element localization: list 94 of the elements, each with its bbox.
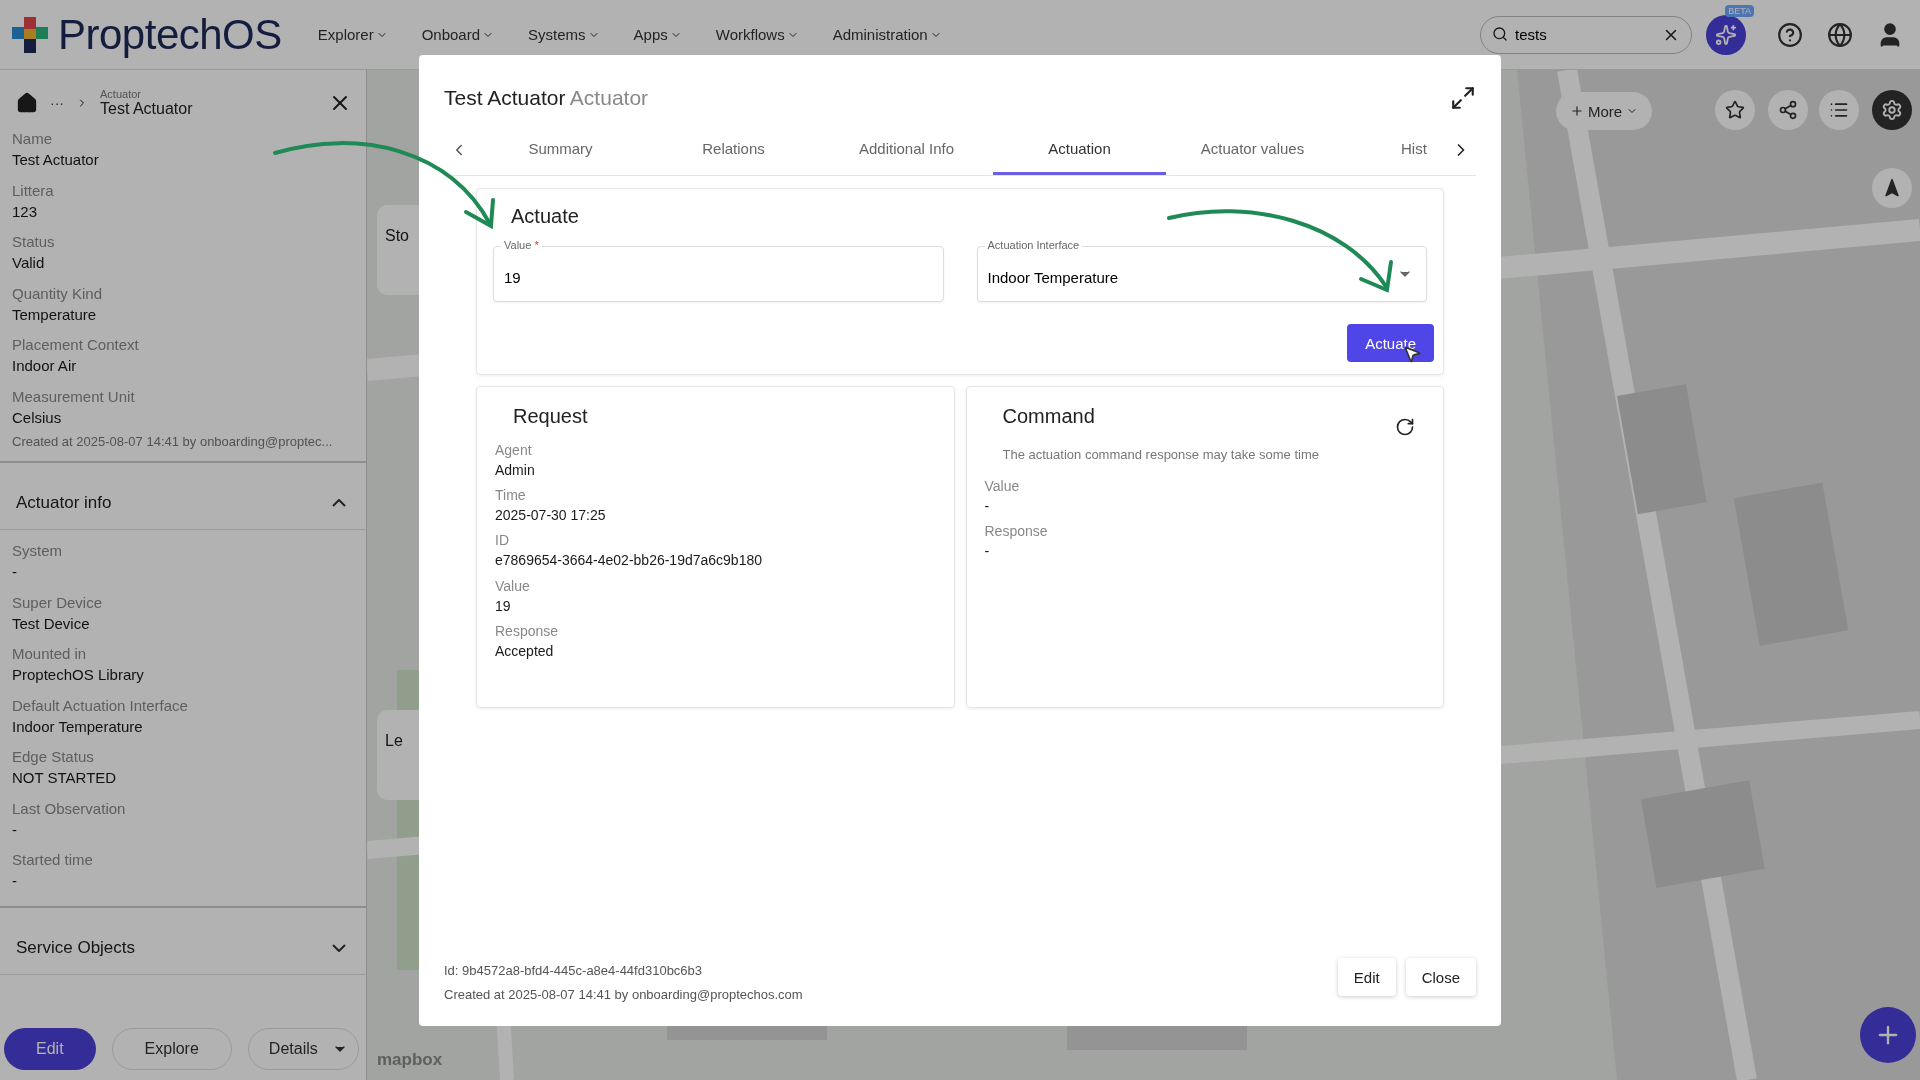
- field-label: System: [12, 542, 63, 560]
- field-label: Super Device: [12, 593, 104, 611]
- list-icon: [1829, 100, 1849, 120]
- field-label: Started time: [12, 851, 94, 869]
- globe-icon: [1827, 21, 1853, 48]
- field-value: Celsius: [12, 408, 63, 426]
- search-icon: [1492, 25, 1508, 42]
- field-value: -: [12, 563, 18, 581]
- more-button[interactable]: More: [1556, 92, 1653, 130]
- tab[interactable]: Relations: [647, 125, 820, 175]
- modal-subtitle: Actuator: [569, 86, 649, 109]
- logo-icon: [10, 14, 50, 55]
- star-icon: [1725, 100, 1745, 120]
- field-label: Agent: [495, 442, 533, 459]
- field-value: -: [984, 543, 991, 560]
- breadcrumb-type: Actuator: [100, 88, 142, 100]
- field-value: NOT STARTED: [12, 769, 118, 787]
- refresh-icon[interactable]: [1395, 417, 1415, 437]
- field-label: Default Actuation Interface: [12, 696, 189, 714]
- field-value: 2025-07-30 17:25: [495, 507, 607, 524]
- created-info: Created at 2025-08-07 14:41 by onboarding@proptechos.com: [444, 987, 803, 1002]
- nav-menu[interactable]: Workflows: [715, 26, 799, 43]
- map-attribution: mapbox: [377, 1050, 443, 1070]
- field-value: Valid: [12, 254, 46, 272]
- field-value: ProptechOS Library: [12, 666, 145, 684]
- tab[interactable]: Summary: [474, 125, 647, 175]
- field-value: Test Actuator: [12, 151, 100, 169]
- field-value: Admin: [495, 462, 536, 479]
- footer-button[interactable]: Edit: [1337, 958, 1396, 996]
- tab[interactable]: Actuation: [993, 125, 1166, 175]
- card-title: Actuate: [511, 205, 580, 228]
- nav-menu[interactable]: Explorer: [317, 26, 388, 43]
- card-title: Request: [513, 405, 589, 428]
- beta-badge: BETA: [1725, 4, 1754, 17]
- tab[interactable]: Additional Info: [820, 125, 993, 175]
- tab[interactable]: Actuator values: [1166, 125, 1339, 175]
- tab[interactable]: Hist: [1339, 125, 1435, 175]
- modal-title: Test Actuator: [444, 86, 566, 109]
- chevron-up-icon: [332, 499, 346, 507]
- sparkle-icon: [1715, 23, 1737, 46]
- breadcrumb-ellipsis[interactable]: ···: [50, 95, 64, 111]
- field-label: Placement Context: [12, 336, 140, 354]
- card-title: Command: [1002, 405, 1095, 428]
- breadcrumb-title: Test Actuator: [100, 100, 194, 118]
- field-label: Edge Status: [12, 748, 95, 766]
- share-icon: [1778, 100, 1798, 120]
- nav-menu[interactable]: Administration: [832, 26, 942, 43]
- home-icon[interactable]: [16, 92, 38, 114]
- footer-button[interactable]: Close: [1405, 958, 1476, 996]
- field-value: e7869654-3664-4e02-bb26-19d7a6c9b180: [495, 552, 764, 569]
- field-label: Actuation Interface: [984, 239, 1083, 252]
- field-value: Temperature: [12, 305, 98, 323]
- record-id: Id: 9b4572a8-bfd4-445c-a8e4-44fd310bc6b3: [444, 963, 704, 978]
- nav-menu[interactable]: Onboard: [421, 26, 495, 43]
- field-value: Indoor Air: [12, 357, 78, 375]
- field-value: Indoor Temperature: [12, 717, 144, 735]
- field-value: -: [984, 498, 991, 515]
- nav-menu[interactable]: Apps: [633, 26, 682, 43]
- compass-icon: [1882, 178, 1902, 198]
- field-value: -: [12, 872, 18, 890]
- logo-wordmark: ProptechOS: [58, 10, 282, 59]
- field-value: Test Device: [12, 614, 91, 632]
- created-info: Created at 2025-08-07 14:41 by onboarding@proptec...: [0, 426, 366, 463]
- plus-icon: [1570, 104, 1584, 118]
- chevron-down-icon: [332, 943, 346, 952]
- settings-icon: [1881, 99, 1903, 121]
- field-label: Name: [12, 130, 53, 148]
- field-label: ID: [495, 532, 510, 549]
- nav-menu[interactable]: Systems: [528, 26, 600, 43]
- field-label: Status: [12, 233, 56, 251]
- field-label: Last Observation: [12, 799, 127, 817]
- field-label: Value: [984, 478, 1021, 495]
- action-button[interactable]: Explore: [111, 1028, 232, 1070]
- field-label: Value: [495, 577, 531, 594]
- field-label: Time: [495, 487, 527, 504]
- field-value: 19: [495, 597, 512, 614]
- search-field[interactable]: tests: [1480, 15, 1692, 54]
- ai-assistant-button[interactable]: [1706, 14, 1746, 55]
- help-icon: [1777, 21, 1803, 48]
- field-label: Response: [984, 523, 1049, 540]
- field-label: Measurement Unit: [12, 387, 136, 405]
- action-button[interactable]: Edit: [4, 1028, 96, 1070]
- field-label: Quantity Kind: [12, 284, 104, 302]
- field-value: -: [12, 820, 18, 838]
- split-button[interactable]: Details: [247, 1028, 359, 1070]
- field-label: Littera: [12, 181, 55, 199]
- command-note: The actuation command response may take some time: [1002, 447, 1320, 462]
- actuate-button[interactable]: Actuate: [1347, 324, 1434, 362]
- field-value: Accepted: [495, 642, 555, 659]
- field-value: 123: [12, 202, 39, 220]
- expand-icon[interactable]: [1450, 85, 1476, 111]
- field-label: Mounted in: [12, 645, 88, 663]
- field-label: Value *: [501, 239, 542, 252]
- field-label: Response: [495, 622, 560, 639]
